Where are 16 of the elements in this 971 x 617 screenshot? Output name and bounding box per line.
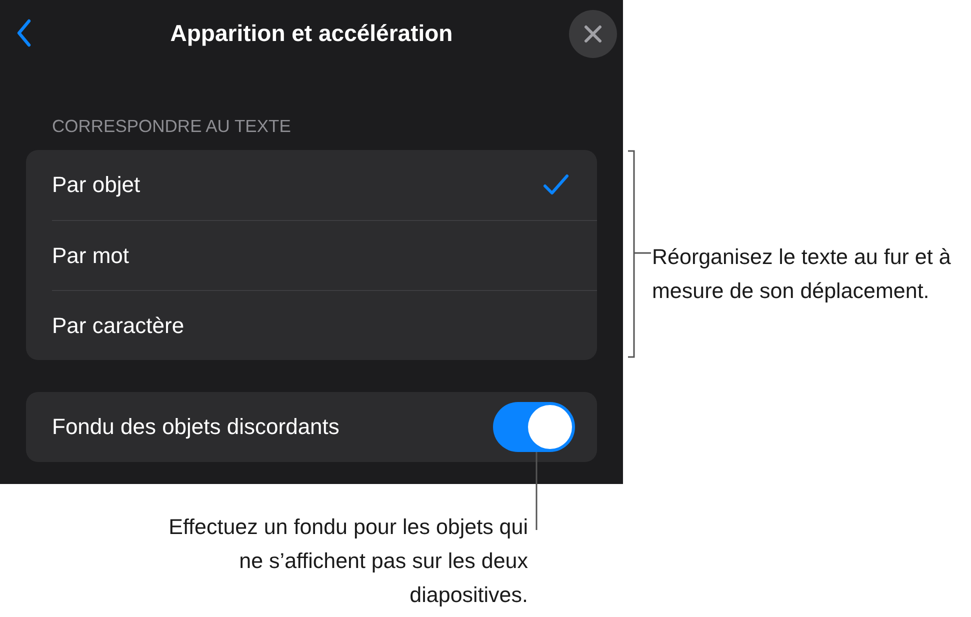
toggle-switch[interactable]: [493, 402, 575, 452]
option-label: Par caractère: [52, 312, 184, 338]
toggle-label: Fondu des objets discordants: [52, 414, 340, 440]
panel-title: Apparition et accélération: [170, 20, 453, 46]
back-icon[interactable]: [16, 19, 32, 47]
callout-text: Effectuez un fondu pour les objets qui ne s’affichent pas sur les deux diapositives.: [168, 514, 528, 609]
checkmark-icon: [543, 174, 569, 196]
option-row[interactable]: Par objet: [52, 150, 597, 220]
close-button[interactable]: [569, 10, 617, 58]
callout-text: Réorganisez le texte au fur et à mesure de son déplacement.: [652, 244, 952, 305]
close-icon: [584, 25, 602, 43]
option-label: Par mot: [52, 242, 130, 268]
option-label: Par objet: [52, 172, 140, 198]
option-row[interactable]: Par caractère: [52, 290, 597, 360]
option-row[interactable]: Par mot: [52, 220, 597, 290]
section-header: CORRESPONDRE AU TEXTE: [51, 115, 292, 138]
